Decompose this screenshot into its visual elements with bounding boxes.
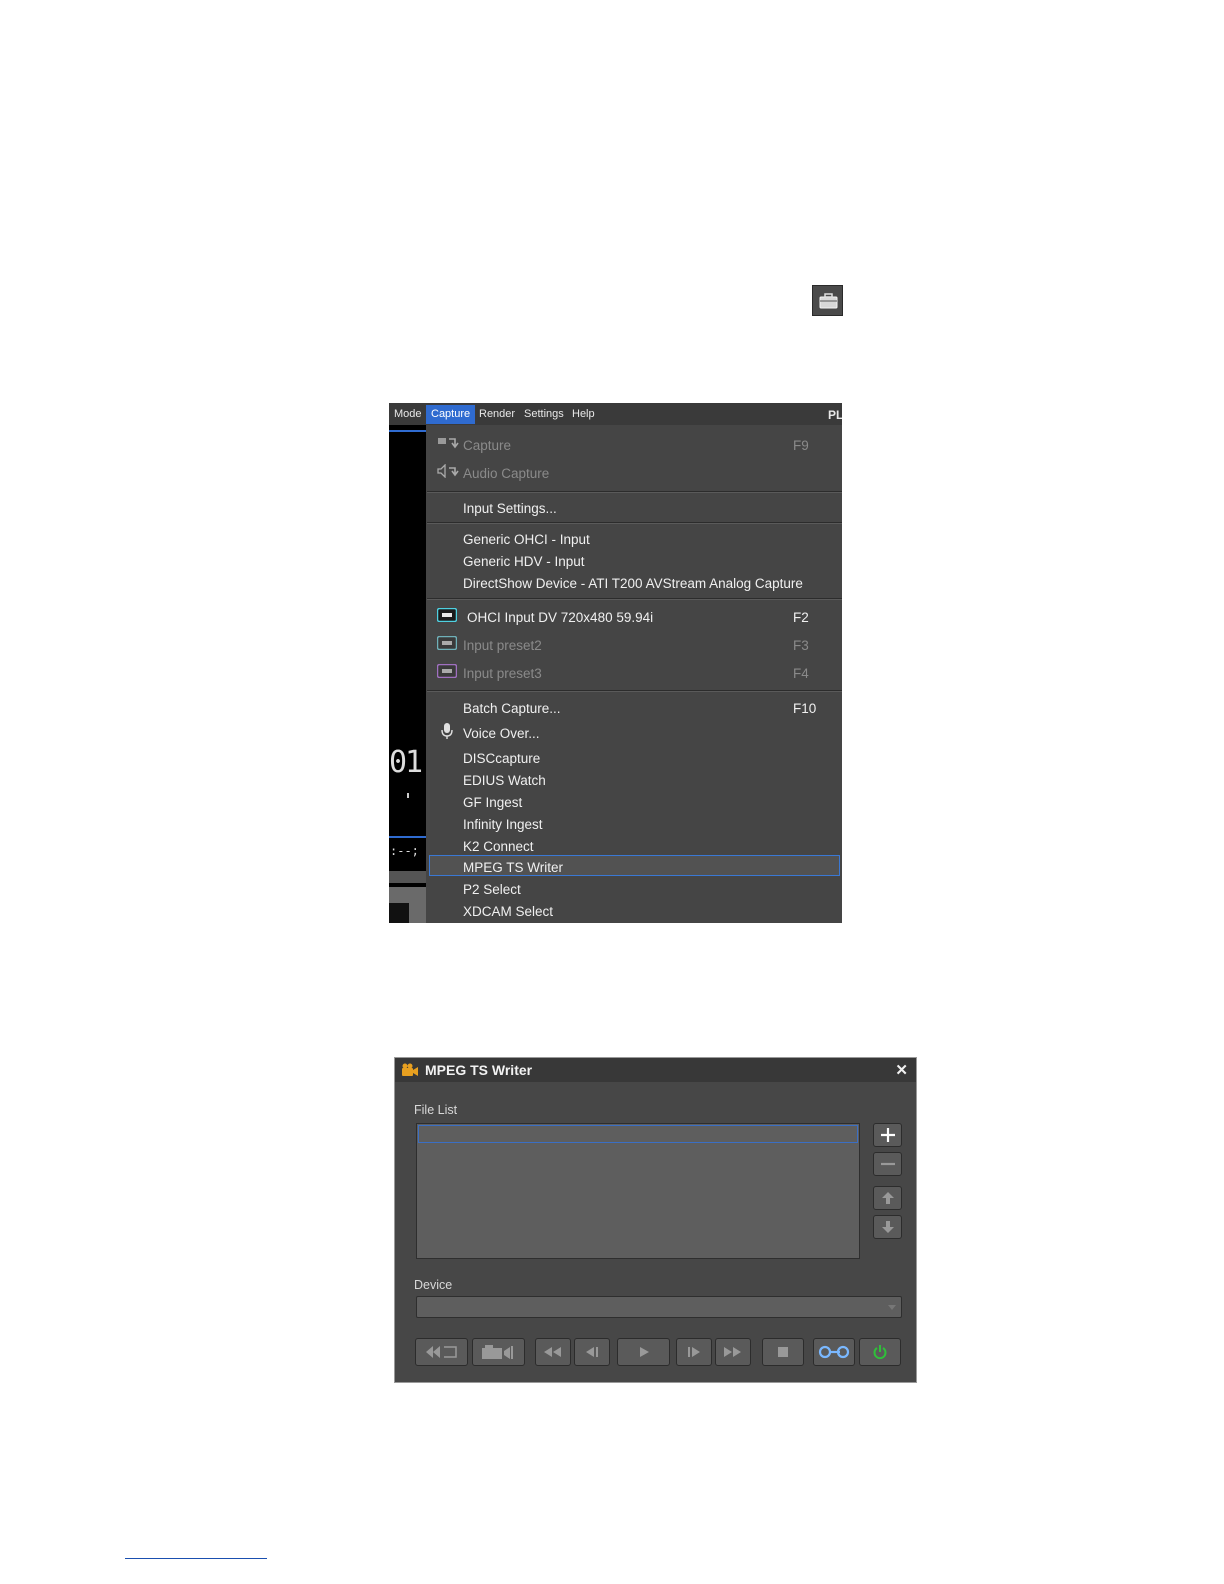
preview-divider — [389, 430, 426, 432]
fast-forward-icon — [724, 1347, 741, 1357]
menu-help[interactable]: Help — [572, 408, 595, 420]
device-settings-icon — [818, 1345, 850, 1359]
preset-icon-purple — [436, 663, 458, 681]
shortcut-f3: F3 — [793, 638, 809, 653]
preset-icon-teal — [436, 635, 458, 653]
arrow-up-icon — [881, 1192, 894, 1204]
camera-app-icon — [401, 1062, 419, 1083]
menu-item-batch-capture[interactable]: Batch Capture... — [463, 701, 561, 716]
toolbox-icon[interactable] — [812, 285, 843, 316]
menu-render[interactable]: Render — [479, 408, 515, 420]
camera-icon — [481, 1345, 513, 1359]
menu-bar: Mode Capture Render Settings Help PL — [389, 403, 842, 425]
dropdown-control[interactable] — [389, 903, 409, 923]
menu-item-mpeg-ts-writer[interactable]: MPEG TS Writer — [463, 860, 563, 875]
rewind-button[interactable] — [535, 1338, 571, 1366]
plus-icon — [880, 1128, 895, 1142]
play-icon — [639, 1347, 649, 1357]
menu-item-input-settings[interactable]: Input Settings... — [463, 501, 557, 516]
step-forward-button[interactable] — [676, 1338, 712, 1366]
timecode-display: :--; — [390, 844, 419, 858]
shortcut-capture: F9 — [793, 438, 809, 453]
power-icon — [873, 1345, 887, 1360]
menu-item-input-preset2[interactable]: Input preset2 — [463, 638, 542, 653]
timecode-tick — [407, 793, 409, 798]
menu-item-disccapture[interactable]: DISCcapture — [463, 751, 540, 766]
capture-menu-screenshot: Mode Capture Render Settings Help PL 01 … — [389, 403, 842, 923]
file-list-row[interactable] — [418, 1125, 858, 1143]
menu-item-capture[interactable]: Capture — [463, 438, 511, 453]
menu-settings[interactable]: Settings — [524, 408, 564, 420]
timecode-fragment: 01 — [389, 745, 423, 780]
dialog-title: MPEG TS Writer — [425, 1062, 533, 1078]
rewind-to-start-icon — [425, 1346, 457, 1358]
add-file-button[interactable] — [873, 1123, 902, 1147]
menu-capture[interactable]: Capture — [426, 405, 476, 424]
preview-divider — [389, 836, 426, 838]
menu-item-infinity-ingest[interactable]: Infinity Ingest — [463, 817, 543, 832]
menu-separator — [427, 690, 842, 692]
menu-item-input-preset3[interactable]: Input preset3 — [463, 666, 542, 681]
shortcut-f2: F2 — [793, 610, 809, 625]
menu-item-k2-connect[interactable]: K2 Connect — [463, 839, 534, 854]
menu-bar-right-fragment: PL — [828, 408, 842, 422]
device-select[interactable] — [416, 1296, 902, 1318]
mark-in-rewind-button[interactable] — [415, 1338, 468, 1366]
capture-icon — [437, 436, 459, 453]
footnote-rule — [125, 1558, 267, 1559]
step-forward-icon — [688, 1347, 700, 1357]
preview-panel — [389, 871, 426, 883]
menu-separator — [427, 598, 842, 600]
arrow-down-icon — [881, 1221, 894, 1233]
move-up-button[interactable] — [873, 1186, 902, 1210]
microphone-icon — [440, 722, 454, 743]
capture-dropdown-menu: Capture F9 Audio Capture Input Settings.… — [427, 425, 842, 923]
menu-item-ohci-preset[interactable]: OHCI Input DV 720x480 59.94i — [467, 610, 653, 625]
menu-item-edius-watch[interactable]: EDIUS Watch — [463, 773, 546, 788]
file-list[interactable] — [416, 1123, 860, 1259]
menu-item-audio-capture[interactable]: Audio Capture — [463, 466, 549, 481]
menu-separator — [427, 522, 842, 524]
settings-button[interactable] — [813, 1338, 855, 1366]
stop-button[interactable] — [762, 1338, 804, 1366]
menu-mode[interactable]: Mode — [394, 408, 422, 420]
camera-record-button[interactable] — [472, 1338, 525, 1366]
menu-item-generic-hdv[interactable]: Generic HDV - Input — [463, 554, 585, 569]
menu-item-p2-select[interactable]: P2 Select — [463, 882, 521, 897]
menu-item-generic-ohci[interactable]: Generic OHCI - Input — [463, 532, 590, 547]
step-back-button[interactable] — [574, 1338, 610, 1366]
menu-item-gf-ingest[interactable]: GF Ingest — [463, 795, 522, 810]
fast-forward-button[interactable] — [715, 1338, 751, 1366]
dialog-title-bar[interactable]: MPEG TS Writer ✕ — [395, 1058, 916, 1082]
preset-icon-cyan — [436, 607, 458, 625]
rewind-icon — [544, 1347, 561, 1357]
power-button[interactable] — [859, 1338, 901, 1366]
preview-strip: 01 :--; — [389, 425, 426, 923]
move-down-button[interactable] — [873, 1215, 902, 1239]
close-button[interactable]: ✕ — [895, 1061, 908, 1079]
step-back-icon — [586, 1347, 598, 1357]
chevron-down-icon — [888, 1305, 896, 1310]
menu-item-directshow[interactable]: DirectShow Device - ATI T200 AVStream An… — [463, 576, 803, 591]
file-list-label: File List — [414, 1103, 458, 1117]
menu-item-xdcam-select[interactable]: XDCAM Select — [463, 904, 553, 919]
menu-separator — [427, 491, 842, 493]
shortcut-f4: F4 — [793, 666, 809, 681]
remove-file-button[interactable] — [873, 1152, 902, 1176]
shortcut-f10: F10 — [793, 701, 817, 716]
mpeg-ts-writer-dialog: MPEG TS Writer ✕ File List Device — [394, 1057, 917, 1383]
device-label: Device — [414, 1278, 453, 1292]
audio-capture-icon — [437, 463, 459, 481]
minus-icon — [880, 1162, 895, 1166]
menu-item-voice-over[interactable]: Voice Over... — [463, 726, 540, 741]
play-button[interactable] — [617, 1338, 670, 1366]
stop-icon — [778, 1347, 788, 1357]
